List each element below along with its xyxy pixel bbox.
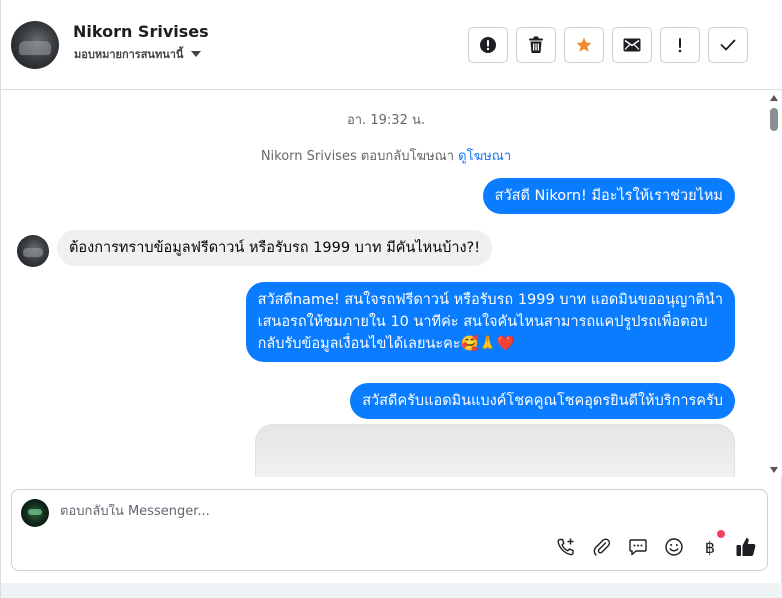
view-ad-link[interactable]: ดูโฆษณา <box>458 149 511 164</box>
chevron-down-icon <box>191 51 202 57</box>
attach-button[interactable] <box>591 536 613 558</box>
mail-button[interactable] <box>612 27 652 63</box>
envelope-icon <box>623 38 641 52</box>
exclamation-icon <box>678 38 682 53</box>
message-timestamp: อา. 19:32 น. <box>347 113 425 128</box>
message-bubble-outgoing[interactable]: สวัสดี Nikorn! มีอะไรให้เราช่วยไหม <box>482 178 735 214</box>
message-bubble-incoming[interactable]: ต้องการทราบข้อมูลฟรีดาวน์ หรือรับรถ 1999… <box>57 230 493 266</box>
footer-strip <box>1 583 782 598</box>
trash-icon <box>529 36 543 53</box>
paperclip-icon <box>593 538 611 556</box>
baht-icon: ฿ <box>704 537 716 557</box>
assign-conversation-dropdown[interactable]: มอบหมายการสนทนานี้ <box>74 45 202 63</box>
message-bubble-outgoing[interactable]: สวัสดีครับแอดมินแบงค์โชคคูณโชคอุดรยินดีใ… <box>350 383 735 419</box>
ad-reply-text: Nikorn Srivises ตอบกลับโฆษณา <box>260 149 455 164</box>
reply-input[interactable] <box>60 504 660 519</box>
header-actions <box>468 27 748 63</box>
message-line: สวัสดีname! สนใจรถฟรีดาวน์ หรือรับรถ 199… <box>257 292 723 308</box>
scroll-up-arrow[interactable] <box>770 95 778 101</box>
mark-done-button[interactable] <box>708 27 748 63</box>
reply-composer: ฿ <box>11 489 768 571</box>
saved-replies-button[interactable] <box>627 536 649 558</box>
ad-reply-note: Nikorn Srivises ตอบกลับโฆษณา ดูโฆษณา <box>1 145 771 166</box>
thumbs-up-icon <box>736 538 756 556</box>
call-button[interactable] <box>555 536 577 558</box>
contact-avatar[interactable] <box>11 21 59 69</box>
like-button[interactable] <box>735 536 757 558</box>
phone-plus-icon <box>557 538 574 556</box>
check-icon <box>720 39 736 51</box>
emoji-button[interactable] <box>663 536 685 558</box>
delete-button[interactable] <box>516 27 556 63</box>
chat-bubble-icon <box>629 539 647 556</box>
page-avatar <box>21 499 49 527</box>
scroll-thumb[interactable] <box>770 108 778 131</box>
message-line: กลับรับข้อมูลเงื่อนไขได้เลยนะคะ🥰🙏❤️ <box>257 336 515 352</box>
messenger-conversation-panel: Nikorn Srivises มอบหมายการสนทนานี้ อา. 1… <box>0 0 782 598</box>
composer-tools: ฿ <box>555 530 757 558</box>
sender-avatar <box>17 235 49 267</box>
contact-name[interactable]: Nikorn Srivises <box>73 22 209 41</box>
message-line: เสนอรถให้ชมภายใน 10 นาทีค่ะ สนใจคันไหนสา… <box>257 314 708 330</box>
report-button[interactable] <box>468 27 508 63</box>
assign-label: มอบหมายการสนทนานี้ <box>74 48 184 61</box>
smiley-icon <box>665 538 683 556</box>
alert-circle-icon <box>480 37 496 53</box>
mark-important-button[interactable] <box>660 27 700 63</box>
image-attachment[interactable] <box>255 424 735 477</box>
notification-dot <box>717 530 725 538</box>
star-icon <box>576 37 592 52</box>
message-thread[interactable]: อา. 19:32 น. Nikorn Srivises ตอบกลับโฆษณ… <box>1 91 782 477</box>
star-button[interactable] <box>564 27 604 63</box>
payment-button[interactable]: ฿ <box>699 530 725 558</box>
conversation-header: Nikorn Srivises มอบหมายการสนทนานี้ <box>1 0 782 90</box>
message-bubble-outgoing[interactable]: สวัสดีname! สนใจรถฟรีดาวน์ หรือรับรถ 199… <box>245 282 735 362</box>
thread-scrollbar[interactable] <box>767 91 781 477</box>
scroll-down-arrow[interactable] <box>770 467 778 473</box>
